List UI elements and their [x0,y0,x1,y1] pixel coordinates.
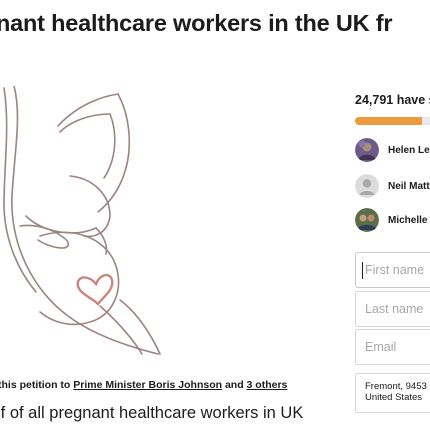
location-country: United States [365,392,423,403]
other-recipients-link[interactable]: 3 others [247,379,288,391]
supporter-photo-icon [355,138,379,162]
last-name-input[interactable] [356,292,430,326]
signature-progress-bar [355,117,430,125]
text-cursor [362,262,363,279]
recent-supporter: Neil Matt [355,174,430,198]
recent-supporter: Helen Le [355,138,430,162]
page-title: nant healthcare workers in the UK fr [0,10,393,36]
location-city: Fremont, 9453 [365,381,427,392]
first-name-field[interactable] [355,252,430,288]
default-user-icon [355,174,379,198]
email-input[interactable] [356,330,430,364]
first-name-input[interactable] [356,253,430,287]
starter-joiner: and [222,379,247,391]
pregnant-woman-illustration [3,86,161,355]
heart-icon [76,273,114,306]
supporter-name: Helen Le [388,144,430,156]
signature-count: 24,791 have s [355,93,430,107]
supporter-photo-icon [355,208,379,232]
starter-prefix: this petition to [0,379,74,391]
email-field[interactable] [355,329,430,365]
supporter-name: Michelle [388,214,428,226]
recipient-link[interactable]: Prime Minister Boris Johnson [73,379,222,391]
petition-body-lead: lf of all pregnant healthcare workers in… [0,404,304,422]
location-display[interactable]: Fremont, 9453 United States [355,373,430,413]
petition-starter-line: this petition to Prime Minister Boris Jo… [0,379,287,391]
supporter-name: Neil Matt [388,180,430,192]
signature-progress-fill [355,117,423,125]
recent-supporter: Michelle [355,208,427,232]
last-name-field[interactable] [355,291,430,327]
